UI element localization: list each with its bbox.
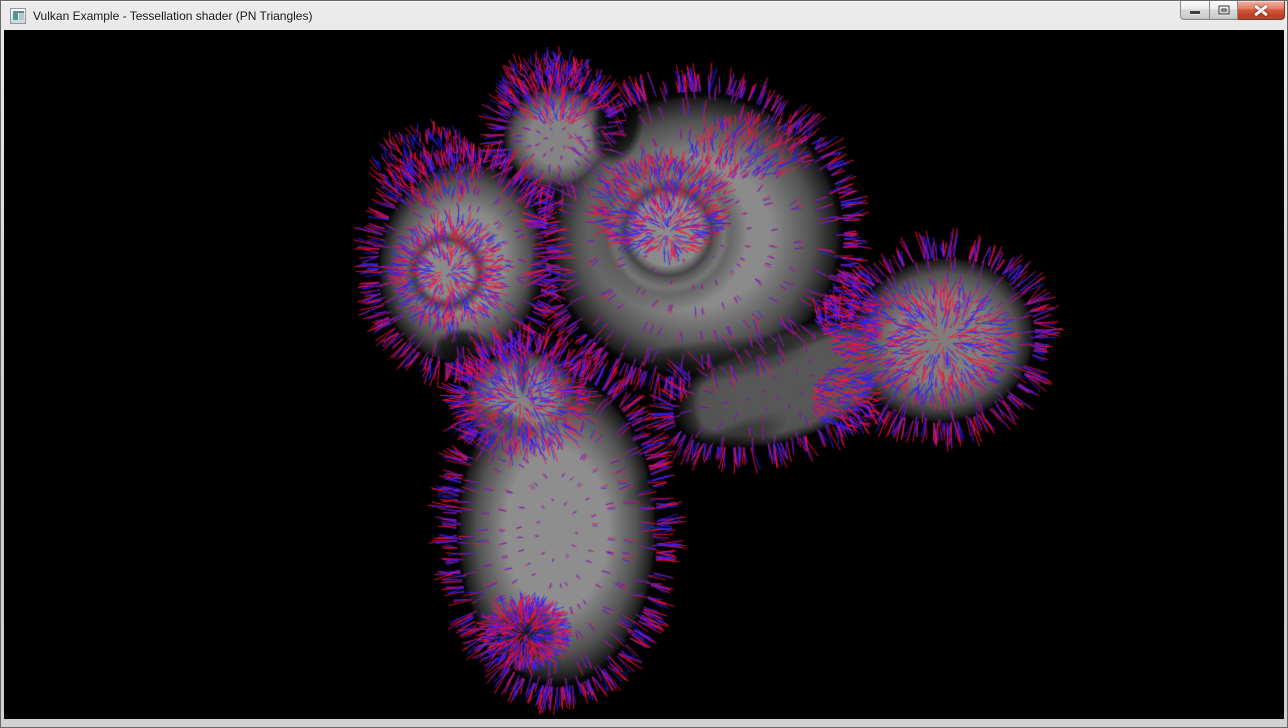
vulkan-render-canvas[interactable] — [4, 30, 1284, 719]
close-button[interactable] — [1238, 1, 1285, 20]
app-icon-detail — [19, 13, 24, 20]
maximize-button[interactable] — [1209, 1, 1238, 20]
app-icon-detail — [13, 13, 18, 20]
titlebar[interactable]: Vulkan Example - Tessellation shader (PN… — [1, 1, 1287, 30]
window-title: Vulkan Example - Tessellation shader (PN… — [33, 9, 312, 23]
minimize-icon — [1190, 11, 1200, 14]
render-viewport — [4, 30, 1284, 719]
minimize-button[interactable] — [1180, 1, 1209, 20]
maximize-icon — [1218, 6, 1229, 15]
app-window: Vulkan Example - Tessellation shader (PN… — [0, 0, 1288, 728]
window-controls — [1180, 1, 1285, 20]
app-icon[interactable] — [10, 8, 26, 24]
close-icon — [1254, 4, 1269, 16]
